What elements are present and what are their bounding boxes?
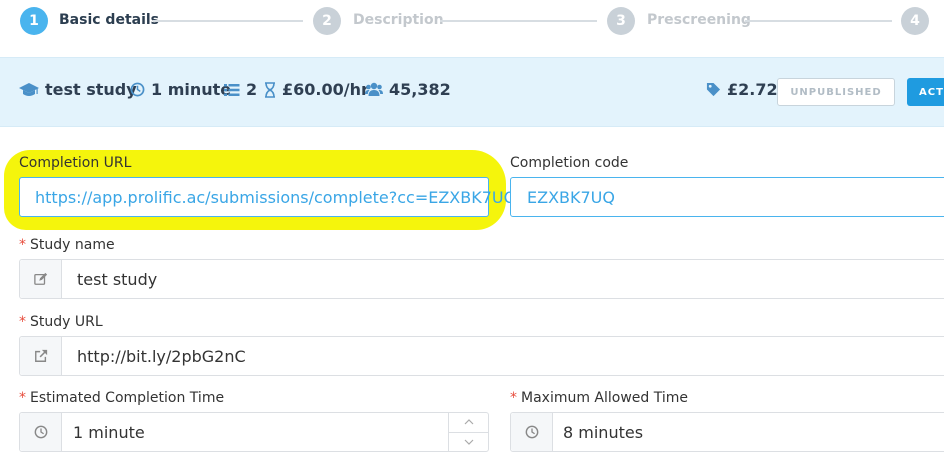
- summary-places-text: 2: [246, 80, 258, 99]
- chevron-up-icon: [464, 419, 473, 425]
- required-asterisk: *: [510, 390, 517, 406]
- step-1-label[interactable]: Basic details: [59, 12, 159, 28]
- hourglass-icon: [265, 81, 275, 98]
- study-url-addon: [20, 337, 62, 375]
- max-time-label: * Maximum Allowed Time: [510, 390, 688, 406]
- decrement-button[interactable]: [449, 431, 488, 452]
- tag-icon: [706, 82, 721, 97]
- study-name-value: test study: [77, 269, 158, 289]
- step-connector: [440, 20, 597, 22]
- step-connector: [153, 20, 303, 22]
- clock-icon: [525, 425, 538, 439]
- study-url-value: http://bit.ly/2pbG2nC: [77, 346, 246, 366]
- study-url-field[interactable]: http://bit.ly/2pbG2nC: [19, 336, 944, 376]
- summary-study-name-text: test study: [45, 80, 137, 99]
- required-asterisk: *: [19, 237, 26, 253]
- summary-cost-text: £2.72: [727, 80, 778, 99]
- required-asterisk: *: [19, 314, 26, 330]
- summary-cost: £2.72: [706, 80, 778, 99]
- study-name-label: * Study name: [19, 237, 115, 253]
- max-time-value: 8 minutes: [563, 422, 644, 442]
- study-url-label-text: Study URL: [30, 314, 103, 330]
- step-4-number[interactable]: 4: [901, 7, 929, 35]
- completion-code-field[interactable]: EZXBK7UQ: [510, 177, 944, 217]
- completion-url-value: https://app.prolific.ac/submissions/comp…: [35, 187, 517, 207]
- study-name-addon: [20, 260, 62, 298]
- clock-icon: [130, 82, 145, 97]
- step-3-number[interactable]: 3: [607, 7, 635, 35]
- study-name-field[interactable]: test study: [19, 259, 944, 299]
- wizard-stepper: 1 Basic details 2 Description 3 Prescree…: [0, 0, 944, 44]
- summary-participants-text: 45,382: [389, 80, 451, 99]
- action-button[interactable]: ACTI: [907, 78, 944, 106]
- study-url-label: * Study URL: [19, 314, 103, 330]
- summary-hourly-rate-text: £60.00/hr: [282, 80, 369, 99]
- required-asterisk: *: [19, 390, 26, 406]
- summary-study-name: test study: [19, 80, 137, 99]
- study-summary-bar: test study 1 minute 2 £60.00/hr 45,382 £…: [0, 57, 944, 127]
- users-icon: [365, 82, 383, 96]
- increment-button[interactable]: [449, 413, 488, 432]
- list-icon: [224, 83, 240, 96]
- estimated-time-field[interactable]: 1 minute: [19, 412, 489, 452]
- completion-code-label: Completion code: [510, 155, 629, 171]
- study-name-label-text: Study name: [30, 237, 115, 253]
- step-2-number[interactable]: 2: [313, 7, 341, 35]
- summary-duration-text: 1 minute: [151, 80, 232, 99]
- step-1-number[interactable]: 1: [20, 7, 48, 35]
- summary-participants: 45,382: [365, 80, 451, 99]
- max-time-field[interactable]: 8 minutes: [510, 412, 944, 452]
- summary-places: 2: [224, 80, 257, 99]
- graduation-cap-icon: [19, 82, 39, 96]
- edit-icon: [33, 272, 47, 285]
- estimated-time-label-text: Estimated Completion Time: [30, 390, 225, 406]
- step-2-label[interactable]: Description: [353, 12, 444, 28]
- estimated-time-value: 1 minute: [73, 422, 145, 442]
- estimated-time-stepper: [448, 413, 488, 451]
- chevron-down-icon: [464, 439, 473, 445]
- max-time-label-text: Maximum Allowed Time: [521, 390, 689, 406]
- estimated-time-label: * Estimated Completion Time: [19, 390, 224, 406]
- completion-code-value: EZXBK7UQ: [527, 187, 615, 207]
- completion-url-label: Completion URL: [19, 155, 132, 171]
- summary-duration: 1 minute: [130, 80, 231, 99]
- step-connector: [745, 20, 892, 22]
- completion-url-field[interactable]: https://app.prolific.ac/submissions/comp…: [19, 177, 516, 217]
- step-3-label[interactable]: Prescreening: [647, 12, 751, 28]
- unpublished-status-button[interactable]: UNPUBLISHED: [777, 78, 895, 106]
- external-link-icon: [34, 349, 47, 362]
- max-time-addon: [511, 413, 553, 451]
- clock-icon: [34, 425, 47, 439]
- estimated-time-addon: [20, 413, 62, 451]
- summary-hourly-rate: £60.00/hr: [264, 80, 369, 99]
